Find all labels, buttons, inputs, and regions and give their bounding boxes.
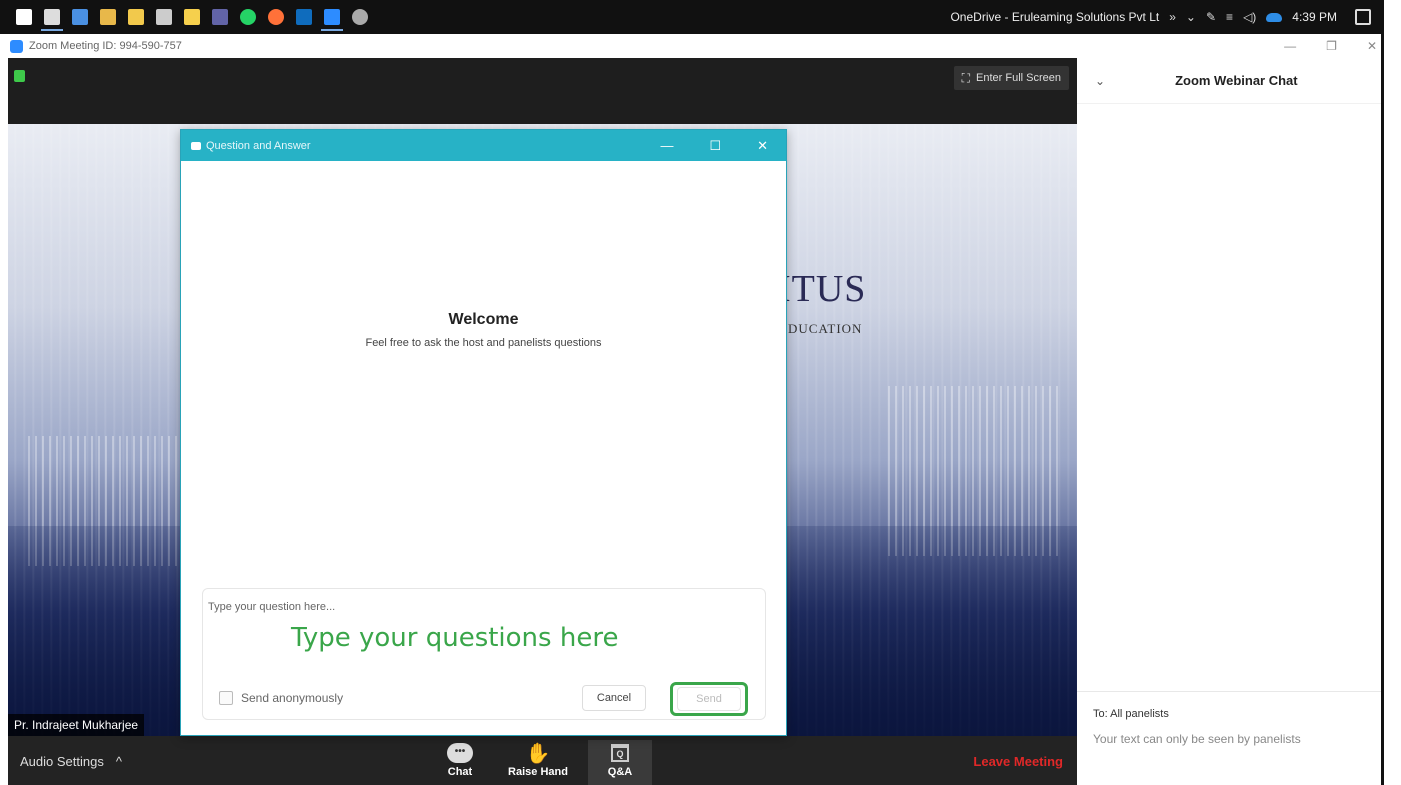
- raise-hand-button[interactable]: ✋ Raise Hand: [506, 740, 570, 785]
- windows-taskbar: OneDrive - Eruleaming Solutions Pvt Lt »…: [0, 0, 1381, 34]
- firefox-icon-glyph: [268, 9, 284, 25]
- firefox-icon[interactable]: [262, 3, 290, 31]
- windows-start-icon[interactable]: [10, 3, 38, 31]
- mail-icon[interactable]: [66, 3, 94, 31]
- welcome-subtext: Feel free to ask the host and panelists …: [365, 337, 602, 349]
- notes-icon[interactable]: [122, 3, 150, 31]
- zoom-taskbar-icon[interactable]: [318, 3, 346, 31]
- qa-button[interactable]: Q Q&A: [588, 740, 652, 785]
- video-brand-subtext: DUCATION: [788, 321, 863, 336]
- question-compose-box: Type your questions here Send anonymousl…: [202, 588, 766, 720]
- pen-icon[interactable]: ✎: [1206, 10, 1216, 24]
- mail-icon-glyph: [72, 9, 88, 25]
- send-anonymously-label: Send anonymously: [241, 691, 344, 705]
- paint-icon[interactable]: [346, 3, 374, 31]
- calculator-icon-glyph: [156, 9, 172, 25]
- task-view-icon-glyph: [44, 9, 60, 25]
- zoom-taskbar-icon-glyph: [324, 9, 340, 25]
- chat-title: Zoom Webinar Chat: [1175, 73, 1298, 88]
- send-button[interactable]: Send: [677, 687, 741, 711]
- qa-maximize-button[interactable]: ☐: [709, 138, 721, 154]
- qa-icon: Q: [611, 744, 629, 762]
- enter-full-screen-button[interactable]: ⛶ Enter Full Screen: [953, 66, 1069, 90]
- file-explorer-icon-glyph: [100, 9, 116, 25]
- close-button[interactable]: ✕: [1367, 39, 1377, 53]
- send-anonymously-option[interactable]: Send anonymously: [219, 691, 343, 705]
- volume-icon[interactable]: ◁): [1243, 10, 1256, 24]
- chat-input-note[interactable]: Your text can only be seen by panelists: [1093, 732, 1381, 746]
- teams-icon-glyph: [212, 9, 228, 25]
- qa-close-button[interactable]: ✕: [757, 138, 768, 154]
- audio-settings-label: Audio Settings: [20, 754, 104, 769]
- notes-icon-glyph: [128, 9, 144, 25]
- anonymous-checkbox[interactable]: [219, 691, 233, 705]
- speaker-name: Pr. Indrajeet Mukharjee: [8, 714, 145, 736]
- taskbar-apps: [10, 3, 374, 31]
- outlook-icon-glyph: [296, 9, 312, 25]
- task-view-icon[interactable]: [38, 3, 66, 31]
- send-highlight: Send: [670, 682, 748, 716]
- minimize-button[interactable]: —: [1284, 39, 1296, 53]
- clock[interactable]: 4:39 PM: [1292, 10, 1337, 24]
- qa-dialog-title: Question and Answer: [206, 139, 311, 152]
- chat-button[interactable]: ••• Chat: [428, 740, 492, 785]
- zoom-logo-icon: [10, 39, 23, 53]
- window-controls: — ❐ ✕: [1284, 39, 1377, 53]
- chat-bubble-icon: •••: [447, 743, 473, 763]
- outlook-icon[interactable]: [290, 3, 318, 31]
- hand-icon: ✋: [525, 742, 551, 765]
- notifications-icon[interactable]: [1355, 9, 1371, 25]
- lock-icon[interactable]: [14, 70, 25, 82]
- onedrive-status-text[interactable]: OneDrive - Eruleaming Solutions Pvt Lt: [950, 10, 1159, 24]
- enter-full-screen-label: Enter Full Screen: [976, 72, 1061, 84]
- chat-compose: To: All panelists Your text can only be …: [1077, 691, 1381, 785]
- webinar-chat-panel: ⌄ Zoom Webinar Chat To: All panelists Yo…: [1077, 58, 1381, 785]
- whatsapp-icon[interactable]: [234, 3, 262, 31]
- zoom-title-bar: Zoom Meeting ID: 994-590-757 — ❐ ✕: [0, 34, 1381, 58]
- collapse-chat-icon[interactable]: ⌄: [1095, 74, 1105, 88]
- onedrive-icon[interactable]: [1266, 12, 1283, 22]
- question-input[interactable]: [208, 597, 758, 617]
- cancel-button[interactable]: Cancel: [582, 685, 646, 711]
- whatsapp-icon-glyph: [240, 9, 256, 25]
- video-brand-text: ITUS: [778, 268, 867, 310]
- screen: OneDrive - Eruleaming Solutions Pvt Lt »…: [0, 0, 1401, 785]
- audio-settings-button[interactable]: Audio Settings ^: [20, 754, 122, 769]
- video-top-bar: ⛶ Enter Full Screen: [8, 58, 1077, 124]
- qa-title-bar: Question and Answer — ☐ ✕: [181, 130, 786, 161]
- chevron-up-icon[interactable]: ⌄: [1186, 10, 1196, 24]
- raise-hand-label: Raise Hand: [508, 766, 568, 778]
- chat-recipient-select[interactable]: To: All panelists: [1093, 708, 1381, 720]
- sticky-notes-icon-glyph: [184, 9, 200, 25]
- restore-button[interactable]: ❐: [1326, 39, 1337, 53]
- calculator-icon[interactable]: [150, 3, 178, 31]
- paint-icon-glyph: [352, 9, 368, 25]
- leave-meeting-button[interactable]: Leave Meeting: [973, 754, 1063, 769]
- zoom-logo-icon: [191, 141, 201, 150]
- question-and-answer-dialog: Question and Answer — ☐ ✕ Welcome Feel f…: [180, 129, 787, 736]
- qa-label: Q&A: [607, 766, 633, 778]
- system-tray: OneDrive - Eruleaming Solutions Pvt Lt »…: [950, 9, 1381, 25]
- fullscreen-icon: ⛶: [961, 70, 971, 85]
- tray-overflow-icon[interactable]: »: [1169, 10, 1176, 24]
- chevron-up-icon[interactable]: ^: [116, 754, 122, 769]
- teams-icon[interactable]: [206, 3, 234, 31]
- instruction-annotation: Type your questions here: [291, 623, 619, 653]
- chat-header: ⌄ Zoom Webinar Chat: [1077, 58, 1381, 104]
- file-explorer-icon[interactable]: [94, 3, 122, 31]
- windows-start-icon-glyph: [16, 9, 32, 25]
- chat-label: Chat: [447, 766, 473, 778]
- window-title: Zoom Meeting ID: 994-590-757: [29, 40, 182, 52]
- sticky-notes-icon[interactable]: [178, 3, 206, 31]
- qa-minimize-button[interactable]: —: [660, 138, 673, 154]
- meeting-toolbar: Audio Settings ^ ••• Chat ✋ Raise Hand Q…: [8, 736, 1077, 785]
- welcome-heading: Welcome: [448, 311, 519, 328]
- desktop-edge: [1381, 0, 1401, 785]
- qa-window-controls: — ☐ ✕: [660, 138, 768, 154]
- network-icon[interactable]: ≡: [1226, 10, 1233, 24]
